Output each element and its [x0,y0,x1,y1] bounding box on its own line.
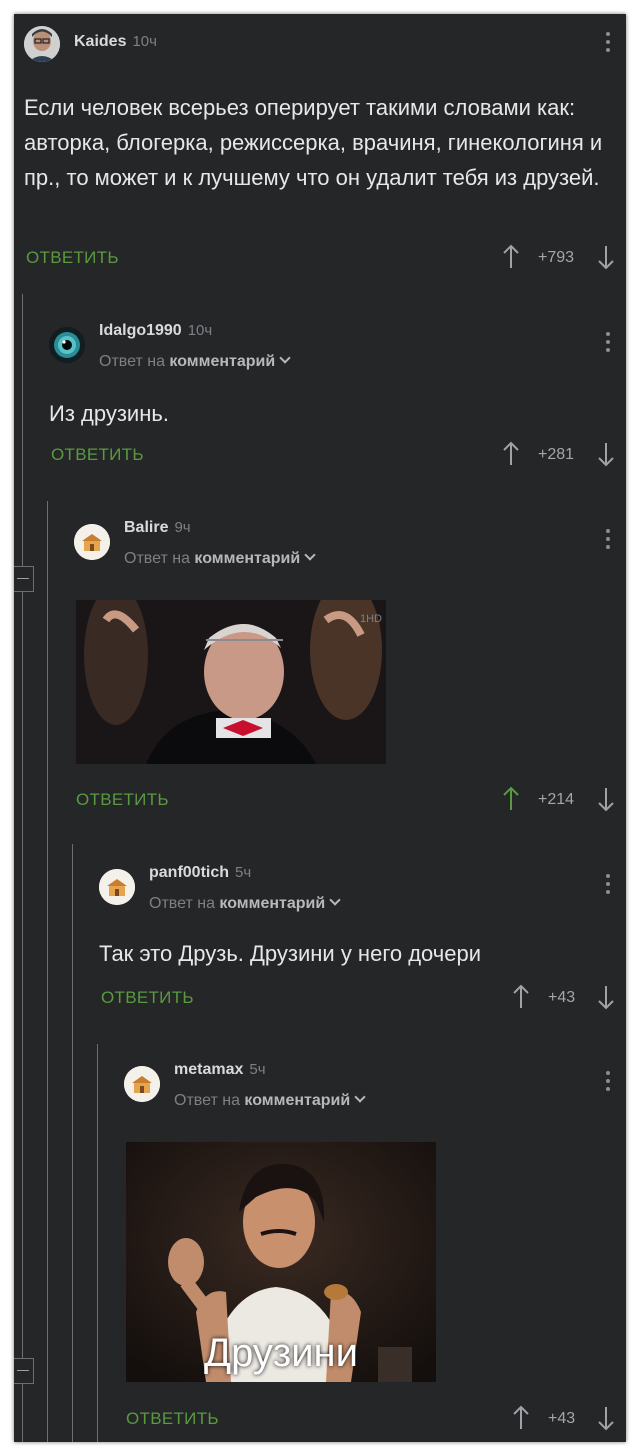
more-options-icon[interactable] [606,874,610,898]
comments-feed: Kaides 10ч Если человек всерьез оперирует… [14,14,626,1442]
more-options-icon[interactable] [606,32,610,56]
upvote-arrow-icon[interactable] [511,1405,531,1431]
username[interactable]: panf00tich 5ч [149,864,251,882]
reply-button[interactable]: ОТВЕТИТЬ [51,445,144,465]
downvote-arrow-icon[interactable] [596,1405,616,1431]
chevron-down-icon[interactable] [354,1091,366,1103]
more-options-icon[interactable] [606,332,610,356]
comment-image[interactable]: Друзини [126,1142,436,1382]
rating-value: +281 [538,446,575,463]
reply-to-prefix: Ответ на [149,895,215,912]
default-avatar-icon[interactable] [74,524,110,560]
reply-to-prefix: Ответ на [124,550,190,567]
comment-time: 5ч [249,1061,266,1078]
downvote-arrow-icon[interactable] [596,244,616,270]
image-caption: Друзини [203,1331,358,1375]
upvote-arrow-icon[interactable] [501,786,521,812]
reply-to-link[interactable]: Ответ на комментарий [174,1091,366,1110]
reply-button[interactable]: ОТВЕТИТЬ [101,988,194,1008]
chevron-down-icon[interactable] [279,352,291,364]
rating-value: +214 [538,791,575,808]
comment-time: 10ч [187,322,213,339]
thread-line-level-2[interactable] [47,501,48,1442]
comment-text: Из друзинь. [49,401,169,426]
downvote-arrow-icon[interactable] [596,984,616,1010]
username[interactable]: metamax 5ч [174,1061,266,1079]
reply-button[interactable]: ОТВЕТИТЬ [76,790,169,810]
reply-button[interactable]: ОТВЕТИТЬ [126,1409,219,1429]
downvote-arrow-icon[interactable] [596,786,616,812]
username-text[interactable]: panf00tich [149,864,229,881]
eye-avatar-icon[interactable] [49,327,85,363]
username-text[interactable]: Kaides [74,33,126,50]
username[interactable]: Kaides 10ч [74,33,157,51]
upvote-arrow-icon[interactable] [511,984,531,1010]
thread-line-level-1[interactable] [22,294,23,1442]
username-text[interactable]: Idalgo1990 [99,322,182,339]
reply-to-link[interactable]: Ответ на комментарий [149,894,341,913]
reply-to-comment-link[interactable]: комментарий [169,353,275,370]
more-options-icon[interactable] [606,529,610,553]
username[interactable]: Idalgo1990 10ч [99,322,212,340]
rating-value: +793 [538,249,575,266]
comment-text: Так это Друзь. Друзини у него дочери [99,941,482,966]
more-options-icon[interactable] [606,1071,610,1095]
reply-to-prefix: Ответ на [99,353,165,370]
username-text[interactable]: metamax [174,1061,243,1078]
username-text[interactable]: Balire [124,519,168,536]
comment-time: 10ч [132,33,157,50]
default-avatar-icon[interactable] [99,869,135,905]
rating-value: +43 [548,1410,576,1427]
collapse-thread-button[interactable] [14,566,34,592]
comment-image[interactable]: 1HD [76,600,386,764]
comment-text: Если человек всерьез оперирует такими сл… [24,95,603,190]
username[interactable]: Balire 9ч [124,519,191,537]
chevron-down-icon[interactable] [329,894,341,906]
thread-line-level-3[interactable] [72,844,73,1442]
upvote-arrow-icon[interactable] [501,441,521,467]
rating-value: +43 [548,989,576,1006]
collapse-thread-button[interactable] [14,1358,34,1384]
chevron-down-icon[interactable] [304,549,316,561]
svg-text:1HD: 1HD [360,613,382,625]
reply-to-comment-link[interactable]: комментарий [219,895,325,912]
comment-time: 9ч [174,519,191,536]
reply-to-comment-link[interactable]: комментарий [244,1092,350,1109]
default-avatar-icon[interactable] [124,1066,160,1102]
reply-button[interactable]: ОТВЕТИТЬ [26,248,119,268]
reply-to-comment-link[interactable]: комментарий [194,550,300,567]
reply-to-link[interactable]: Ответ на комментарий [99,352,291,371]
thread-line-level-4[interactable] [97,1044,98,1442]
upvote-arrow-icon[interactable] [501,244,521,270]
comment-time: 5ч [235,864,252,881]
downvote-arrow-icon[interactable] [596,441,616,467]
reply-to-prefix: Ответ на [174,1092,240,1109]
reply-to-link[interactable]: Ответ на комментарий [124,549,316,568]
user-avatar-icon[interactable] [24,26,60,62]
